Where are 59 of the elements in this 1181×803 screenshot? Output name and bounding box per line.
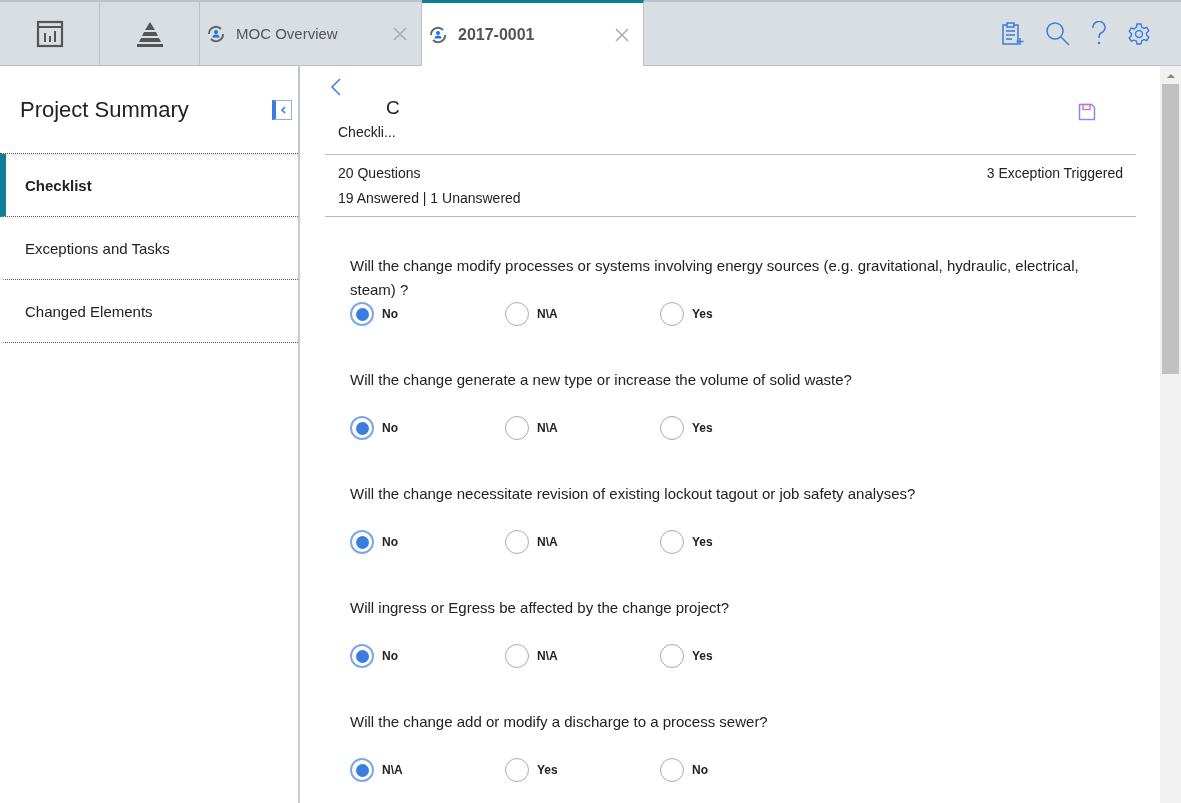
close-icon[interactable] [393,26,407,41]
report-icon [35,19,64,48]
close-icon[interactable] [615,27,629,42]
radio-button[interactable] [660,644,684,668]
radio-button[interactable] [660,758,684,782]
question-text: Will the change necessitate revision of existing lockout tagout or job safety analyses? [350,484,917,504]
sync-person-icon [428,24,448,45]
option-label: Yes [692,649,713,663]
radio-button[interactable] [350,644,374,668]
document-tab[interactable]: 2017-0001 [422,0,644,66]
nav-item[interactable]: Exceptions and Tasks [0,217,298,280]
question-text: Will ingress or Egress be affected by the change project? [350,598,731,618]
radio-button[interactable] [350,758,374,782]
question-count: 20 Questions [338,165,422,182]
radio-button[interactable] [660,530,684,554]
scroll-up-icon[interactable] [1165,72,1176,80]
radio-button[interactable] [660,416,684,440]
option-label: N\A [382,763,403,777]
option-label: No [692,763,708,777]
help-icon[interactable] [1091,20,1107,47]
option-label: N\A [537,421,558,435]
option-label: Yes [692,535,713,549]
option-label: No [382,649,398,663]
option-label: Yes [692,307,713,321]
question-text: Will the change generate a new type or increase the volume of solid waste? [350,370,853,390]
option-label: No [382,535,398,549]
panel-title: Project Summary [20,96,189,123]
radio-button[interactable] [350,530,374,554]
radio-button[interactable] [505,302,529,326]
answer-summary: 19 Answered | 1 Unanswered [338,189,522,206]
save-icon[interactable] [1078,103,1096,121]
radio-button[interactable] [505,644,529,668]
option-label: N\A [537,649,558,663]
radio-button[interactable] [505,530,529,554]
radio-button[interactable] [350,302,374,326]
radio-button[interactable] [505,758,529,782]
question-text: Will the change add or modify a discharge to a process sewer? [350,712,769,732]
question-text: Will the change modify processes or systems involving energy sources (e.g. gravitational, hydraulic, electrical, steam) ? [350,256,1080,300]
option-label: Yes [537,763,558,777]
option-label: N\A [537,307,558,321]
scrollbar[interactable] [1160,66,1181,803]
chevron-left-icon [279,105,288,114]
option-label: Yes [692,421,713,435]
clipboard-add-icon[interactable] [1001,20,1025,47]
page-title: C [386,96,400,120]
option-label: No [382,307,398,321]
collapse-button[interactable] [272,99,292,120]
radio-button[interactable] [660,302,684,326]
sync-person-icon [206,23,226,44]
option-label: No [382,421,398,435]
nav-item[interactable]: Changed Elements [0,280,298,343]
page-subtitle: Checkli... [338,124,396,140]
exception-count: 3 Exception Triggered [986,165,1123,182]
search-icon[interactable] [1045,20,1071,47]
settings-icon[interactable] [1127,21,1151,46]
back-icon[interactable] [330,78,342,96]
radio-button[interactable] [505,416,529,440]
option-label: N\A [537,535,558,549]
radio-button[interactable] [350,416,374,440]
